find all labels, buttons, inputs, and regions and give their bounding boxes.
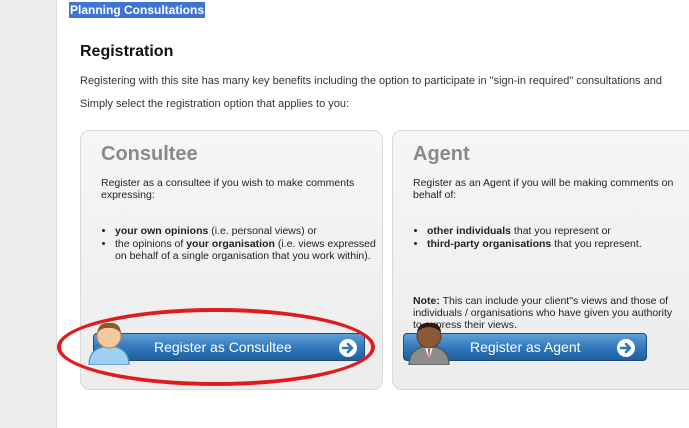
consultee-card: Consultee Register as a consultee if you…: [80, 130, 383, 390]
consultee-description: Register as a consultee if you wish to m…: [101, 177, 355, 201]
list-item: third-party organisations that you repre…: [427, 238, 689, 250]
register-consultee-label: Register as Consultee: [154, 339, 292, 355]
page-title: Registration: [80, 43, 174, 60]
agent-list: other individuals that you represent or …: [413, 225, 689, 251]
list-item: other individuals that you represent or: [427, 225, 689, 237]
consultee-person-icon: [88, 322, 130, 365]
list-item: the opinions of your organisation (i.e. …: [115, 238, 390, 262]
intro-instruction: Simply select the registration option th…: [80, 98, 350, 110]
left-rail: [0, 0, 57, 428]
list-item: your own opinions (i.e. personal views) …: [115, 225, 390, 237]
agent-note: Note: This can include your client"s vie…: [413, 295, 673, 331]
agent-person-icon: [408, 322, 450, 365]
intro-text: Registering with this site has many key …: [80, 75, 662, 87]
consultee-list: your own opinions (i.e. personal views) …: [101, 225, 390, 263]
register-agent-label: Register as Agent: [470, 339, 581, 355]
agent-description: Register as an Agent if you will be maki…: [413, 177, 674, 201]
agent-title: Agent: [413, 143, 470, 165]
arrow-right-icon: [339, 339, 357, 357]
agent-card: Agent Register as an Agent if you will b…: [392, 130, 689, 390]
consultee-title: Consultee: [101, 143, 198, 165]
breadcrumb-link[interactable]: Planning Consultations: [69, 2, 205, 18]
arrow-right-icon: [617, 339, 635, 357]
register-consultee-button[interactable]: Register as Consultee: [93, 333, 365, 361]
